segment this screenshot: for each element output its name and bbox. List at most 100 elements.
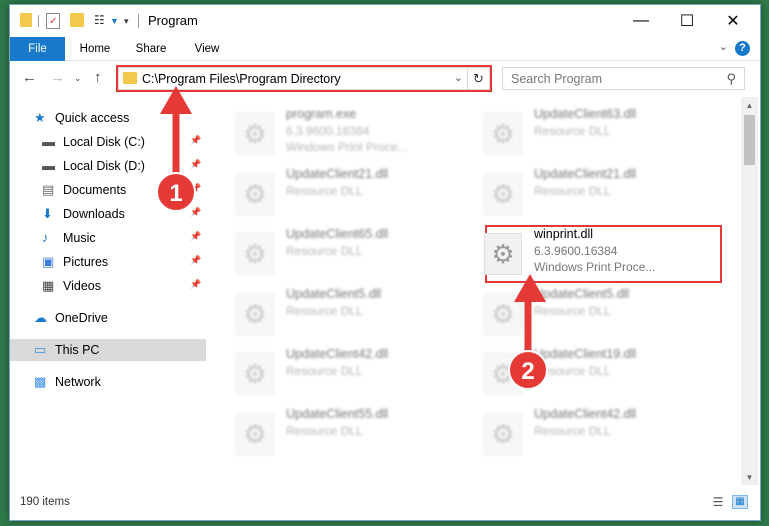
download-icon: ⬇	[42, 206, 53, 221]
pin-icon[interactable]: 📌	[190, 135, 201, 146]
sidebar-item-label: Videos	[63, 279, 101, 293]
sidebar-item-label: Quick access	[55, 111, 130, 125]
pin-icon[interactable]: 📌	[190, 255, 201, 266]
gear-icon: ⚙	[491, 178, 515, 209]
minimize-button[interactable]: —	[618, 5, 664, 37]
file-detail: Resource DLL	[534, 124, 611, 138]
file-item[interactable]: ⚙ winprint.dll 6.3.9600.16384 Windows Print…	[476, 225, 706, 281]
title-separator	[138, 14, 139, 28]
pin-icon[interactable]: 📌	[190, 159, 201, 170]
pin-icon[interactable]: 📌	[190, 231, 201, 242]
customize-quick-access-icon[interactable]: ☷	[94, 13, 110, 27]
file-item[interactable]: ⚙ UpdateClient42.dll Resource DLL	[228, 345, 458, 401]
title-bar: ✓ ☷ ▼ ▾ Program — ☐ ✕	[10, 5, 760, 37]
up-arrow-icon[interactable]: ↑	[94, 69, 102, 86]
scroll-down-icon[interactable]: ▼	[741, 473, 758, 482]
sidebar-item-label: Network	[55, 375, 101, 389]
close-button[interactable]: ✕	[710, 5, 756, 37]
chevron-down-icon[interactable]: ▼	[110, 16, 119, 32]
address-highlight-box	[116, 65, 492, 92]
gear-icon: ⚙	[243, 118, 267, 149]
separator	[38, 15, 39, 27]
gear-icon: ⚙	[243, 178, 267, 209]
file-name: UpdateClient19.dll	[534, 347, 637, 361]
tab-share[interactable]: Share	[128, 37, 174, 61]
folder-icon[interactable]	[20, 13, 32, 27]
gear-icon: ⚙	[491, 118, 515, 149]
sidebar-item-label: Local Disk (D:)	[63, 159, 145, 173]
file-item[interactable]: ⚙ UpdateClient65.dll Resource DLL	[228, 225, 458, 281]
file-item[interactable]: ⚙ UpdateClient55.dll Resource DLL	[228, 405, 458, 461]
file-item[interactable]: ⚙ UpdateClient63.dll Resource DLL	[476, 105, 706, 161]
sidebar-item-pictures[interactable]: ▣ Pictures 📌	[10, 251, 206, 273]
file-detail: 6.3.9600.16384	[286, 124, 370, 138]
search-icon[interactable]: ⚲	[726, 71, 736, 87]
sidebar-item-music[interactable]: ♪ Music 📌	[10, 227, 206, 249]
gear-icon: ⚙	[243, 238, 267, 269]
drive-icon: ▬	[42, 134, 55, 149]
file-name: UpdateClient63.dll	[534, 107, 637, 121]
file-item[interactable]: ⚙ UpdateClient5.dll Resource DLL	[228, 285, 458, 341]
tab-view[interactable]: View	[184, 37, 230, 61]
tab-home[interactable]: Home	[72, 37, 118, 61]
file-detail: Resource DLL	[534, 424, 611, 438]
ribbon-tabs: File Home Share View ⌄ ?	[10, 37, 760, 61]
pin-icon[interactable]: 📌	[190, 279, 201, 290]
pin-icon[interactable]: 📌	[190, 207, 201, 218]
sidebar-item-local-disk-c[interactable]: ▬ Local Disk (C:) 📌	[10, 131, 206, 153]
recent-locations-icon[interactable]: ⌄	[74, 73, 82, 84]
file-name: UpdateClient21.dll	[286, 167, 389, 181]
details-view-icon[interactable]: ☰	[710, 495, 726, 509]
gear-icon: ⚙	[243, 358, 267, 389]
back-arrow-icon[interactable]: ←	[22, 69, 37, 86]
large-icons-view-icon[interactable]: ▦	[732, 495, 748, 509]
sidebar-item-label: This PC	[55, 343, 100, 357]
expand-ribbon-icon[interactable]: ⌄	[719, 40, 728, 53]
videos-icon: ▦	[42, 278, 55, 293]
sidebar-item-videos[interactable]: ▦ Videos 📌	[10, 275, 206, 297]
forward-arrow-icon[interactable]: →	[50, 69, 65, 86]
star-icon: ★	[34, 110, 46, 125]
file-name: UpdateClient42.dll	[286, 347, 389, 361]
explorer-window: ✓ ☷ ▼ ▾ Program — ☐ ✕ File Home Share Vi…	[9, 4, 761, 521]
sidebar-item-onedrive[interactable]: ☁ OneDrive	[10, 307, 206, 329]
file-item[interactable]: ⚙ program.exe 6.3.9600.16384 Windows Print …	[228, 105, 458, 161]
navigation-pane: ★ Quick access ▬ Local Disk (C:) 📌 ▬ Local Dis…	[10, 97, 206, 487]
drive-icon: ▬	[42, 158, 55, 173]
gear-icon: ⚙	[491, 298, 515, 329]
file-item[interactable]: ⚙ UpdateClient21.dll Resource DLL	[228, 165, 458, 221]
file-detail: Resource DLL	[286, 364, 363, 378]
file-detail: Resource DLL	[286, 424, 363, 438]
tab-file[interactable]: File	[10, 37, 65, 61]
search-placeholder: Search Program	[511, 72, 603, 86]
file-detail: Resource DLL	[534, 184, 611, 198]
vertical-scrollbar[interactable]: ▲ ▼	[741, 97, 758, 485]
sidebar-item-network[interactable]: ▩ Network	[10, 371, 206, 393]
scroll-thumb[interactable]	[744, 115, 755, 165]
sidebar-item-this-pc[interactable]: ▭ This PC	[10, 339, 206, 361]
file-detail: Resource DLL	[286, 184, 363, 198]
sidebar-item-quick-access[interactable]: ★ Quick access	[10, 107, 206, 129]
file-item[interactable]: ⚙ UpdateClient42.dll Resource DLL	[476, 405, 706, 461]
sidebar-item-label: Music	[63, 231, 96, 245]
chevron-down-icon[interactable]: ▾	[124, 16, 129, 32]
file-item[interactable]: ⚙ UpdateClient21.dll Resource DLL	[476, 165, 706, 221]
file-name: UpdateClient21.dll	[534, 167, 637, 181]
navigation-bar: ← → ⌄ ↑ C:\Program Files\Program Directo…	[10, 61, 760, 95]
item-count: 190 items	[20, 496, 70, 508]
file-item[interactable]: ⚙ UpdateClient5.dll Resource DLL	[476, 285, 706, 341]
file-detail: 6.3.9600.16384	[534, 244, 618, 258]
properties-icon[interactable]: ✓	[46, 13, 60, 29]
file-name: UpdateClient55.dll	[286, 407, 389, 421]
help-icon[interactable]: ?	[735, 41, 750, 56]
file-name: UpdateClient5.dll	[534, 287, 630, 301]
new-folder-icon[interactable]	[70, 13, 84, 27]
network-icon: ▩	[34, 374, 47, 389]
status-bar: 190 items ☰ ▦	[10, 488, 760, 520]
file-name: program.exe	[286, 107, 357, 121]
maximize-button[interactable]: ☐	[664, 5, 710, 37]
sidebar-item-label: Local Disk (C:)	[63, 135, 145, 149]
search-input[interactable]: Search Program ⚲	[502, 67, 745, 90]
sidebar-item-label: OneDrive	[55, 311, 108, 325]
scroll-up-icon[interactable]: ▲	[741, 101, 758, 110]
